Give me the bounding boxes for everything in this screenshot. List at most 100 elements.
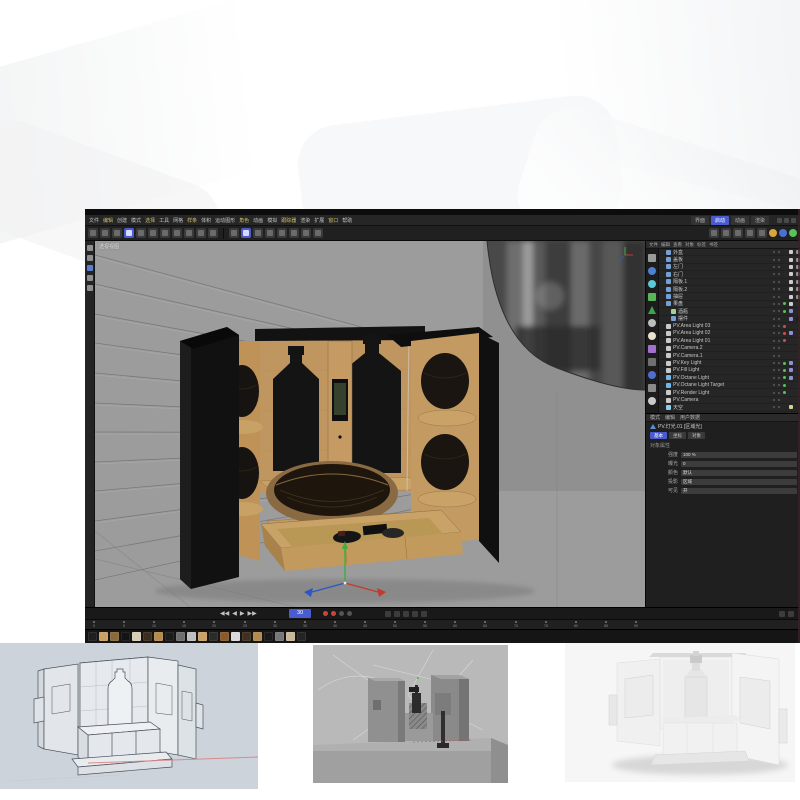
visibility-dot-bottom[interactable]: [778, 310, 780, 312]
visibility-dot-bottom[interactable]: [778, 362, 780, 364]
attribute-field[interactable]: 开: [681, 488, 797, 494]
make-editable-icon[interactable]: [265, 228, 275, 238]
visibility-dot-top[interactable]: [773, 355, 775, 357]
object-row[interactable]: PV.Camera.1: [659, 352, 800, 359]
model-gift-box[interactable]: [180, 326, 499, 589]
enabled-dot[interactable]: [783, 302, 786, 305]
palette-icon[interactable]: [648, 397, 656, 405]
visibility-dot-bottom[interactable]: [778, 281, 780, 283]
render-view-icon[interactable]: [229, 228, 239, 238]
viewport-canvas[interactable]: [95, 241, 645, 607]
attribute-chip-coord[interactable]: 坐标: [669, 432, 686, 439]
modeling-icon[interactable]: [277, 228, 287, 238]
attribute-chip-object[interactable]: 对象: [688, 432, 705, 439]
material-preview-icon[interactable]: [769, 229, 777, 237]
enabled-dot[interactable]: [783, 376, 786, 379]
object-tag-icon[interactable]: [789, 317, 793, 321]
render-settings-icon[interactable]: [241, 228, 251, 238]
material-swatch[interactable]: [286, 632, 295, 641]
primitive-cube-icon[interactable]: [709, 228, 719, 238]
visibility-dot-bottom[interactable]: [778, 296, 780, 298]
menu-item[interactable]: 体积: [201, 217, 211, 224]
material-swatch[interactable]: [187, 632, 196, 641]
palette-icon[interactable]: [648, 293, 656, 301]
last-tool-icon[interactable]: [160, 228, 170, 238]
environment-icon[interactable]: [757, 228, 767, 238]
attribute-field[interactable]: 100 %: [681, 452, 797, 458]
viewport[interactable]: 透视视图: [95, 241, 645, 607]
key-pla-icon[interactable]: [421, 611, 427, 617]
render-team-icon[interactable]: [253, 228, 263, 238]
mode-icon[interactable]: [87, 255, 93, 261]
keyframe-icon[interactable]: [339, 611, 344, 616]
maximize-icon[interactable]: [784, 218, 789, 223]
minimize-icon[interactable]: [777, 218, 782, 223]
undo-icon[interactable]: [88, 228, 98, 238]
visibility-dot-top[interactable]: [773, 399, 775, 401]
transport-button[interactable]: ▶: [240, 610, 245, 618]
visibility-dot-bottom[interactable]: [778, 355, 780, 357]
palette-icon[interactable]: [648, 358, 656, 366]
object-row[interactable]: PV.Area Light 01: [659, 338, 800, 345]
attribute-tab[interactable]: 用户数据: [680, 414, 700, 421]
autokey-icon[interactable]: [331, 611, 336, 616]
object-tag-icon[interactable]: [789, 368, 793, 372]
palette-icon[interactable]: [648, 319, 656, 327]
menu-item[interactable]: 运动图形: [215, 217, 235, 224]
visibility-dot-top[interactable]: [773, 340, 775, 342]
attribute-field[interactable]: 默认: [681, 470, 797, 476]
material-swatch[interactable]: [110, 632, 119, 641]
layout-tab[interactable]: 界面: [691, 216, 709, 225]
object-tag-icon[interactable]: [789, 361, 793, 365]
object-tag-icon[interactable]: [789, 258, 793, 262]
key-scale-icon[interactable]: [394, 611, 400, 617]
move-tool-icon[interactable]: [124, 228, 134, 238]
visibility-dot-top[interactable]: [773, 288, 775, 290]
material-swatch[interactable]: [253, 632, 262, 641]
clay-viewport-thumbnail[interactable]: [313, 645, 508, 783]
menu-item[interactable]: 编辑: [103, 217, 113, 224]
visibility-dot-bottom[interactable]: [778, 377, 780, 379]
object-row[interactable]: PV.Octane Light: [659, 375, 800, 382]
timeline-options-icon[interactable]: [788, 611, 794, 617]
generator-icon[interactable]: [733, 228, 743, 238]
enabled-dot[interactable]: [783, 384, 786, 387]
object-tag-icon[interactable]: [789, 265, 793, 269]
visibility-dot-bottom[interactable]: [778, 347, 780, 349]
z-axis-lock-icon[interactable]: [196, 228, 206, 238]
attribute-tab[interactable]: 编辑: [665, 414, 675, 421]
material-swatch[interactable]: [264, 632, 273, 641]
visibility-dot-top[interactable]: [773, 332, 775, 334]
visibility-dot-top[interactable]: [773, 406, 775, 408]
material-swatch[interactable]: [176, 632, 185, 641]
attribute-field[interactable]: 区域: [681, 479, 797, 485]
viewport-label[interactable]: 透视视图: [99, 243, 119, 250]
menu-item[interactable]: 样条: [187, 217, 197, 224]
transport-button[interactable]: ◀: [232, 610, 237, 618]
keyframe-icon[interactable]: [347, 611, 352, 616]
visibility-dot-top[interactable]: [773, 273, 775, 275]
visibility-dot-top[interactable]: [773, 325, 775, 327]
menu-item[interactable]: 窗口: [328, 217, 338, 224]
object-tag-icon[interactable]: [789, 250, 793, 254]
transport-button[interactable]: ▶▶: [247, 610, 256, 618]
visibility-dot-bottom[interactable]: [778, 273, 780, 275]
object-manager-menu-item[interactable]: 查看: [673, 242, 682, 248]
visibility-dot-top[interactable]: [773, 303, 775, 305]
visibility-dot-bottom[interactable]: [778, 332, 780, 334]
visibility-dot-bottom[interactable]: [778, 392, 780, 394]
volume-icon[interactable]: [301, 228, 311, 238]
attribute-field[interactable]: 0: [681, 461, 797, 467]
layout-tab-active[interactable]: 启动: [711, 216, 729, 225]
visibility-dot-top[interactable]: [773, 251, 775, 253]
object-row[interactable]: PV.Render Light: [659, 389, 800, 396]
material-swatch[interactable]: [88, 632, 97, 641]
object-manager-menu-item[interactable]: 标签: [697, 242, 706, 248]
scale-tool-icon[interactable]: [136, 228, 146, 238]
visibility-dot-bottom[interactable]: [778, 406, 780, 408]
enabled-dot[interactable]: [783, 332, 786, 335]
enabled-dot[interactable]: [783, 391, 786, 394]
wireframe-render-thumbnail[interactable]: [0, 643, 258, 789]
visibility-dot-top[interactable]: [773, 377, 775, 379]
visibility-dot-bottom[interactable]: [778, 288, 780, 290]
